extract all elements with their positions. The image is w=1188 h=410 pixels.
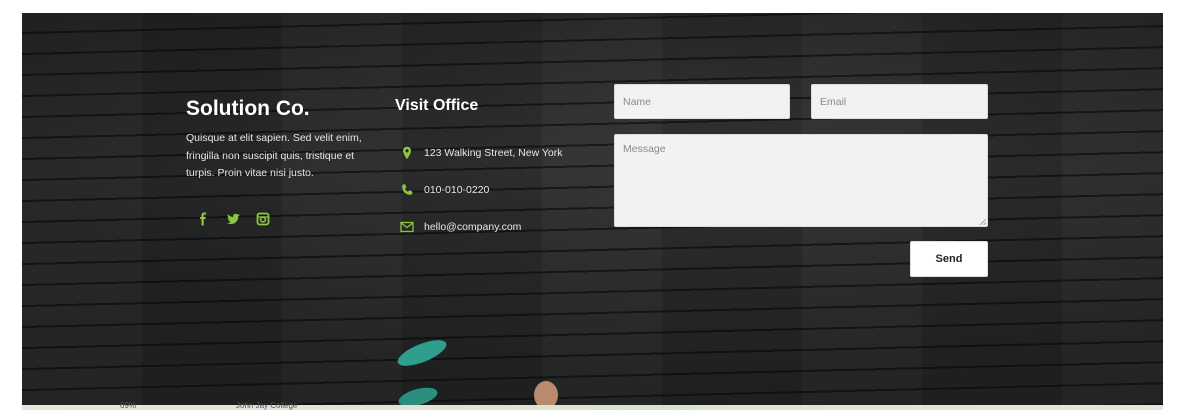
send-button[interactable]: Send: [910, 241, 988, 277]
twitter-icon[interactable]: [226, 212, 240, 226]
address-text: 123 Walking Street, New York: [424, 147, 563, 159]
map-marker-icon: [403, 146, 411, 160]
social-links: [196, 212, 270, 226]
facebook-icon[interactable]: [196, 212, 210, 226]
brand-title: Solution Co.: [186, 97, 310, 120]
phone-row: 010-010-0220: [400, 183, 489, 197]
textarea-resize-handle[interactable]: [980, 219, 986, 225]
office-title: Visit Office: [395, 97, 479, 114]
email-text[interactable]: hello@company.com: [424, 221, 521, 233]
background-overlay: [22, 13, 1163, 405]
brand-description: Quisque at elit sapien. Sed velit enim, …: [186, 132, 362, 179]
envelope-icon: [400, 221, 414, 233]
flip-flop-image: [397, 340, 447, 405]
map-strip[interactable]: [22, 405, 1163, 410]
footer-section: Solution Co. Quisque at elit sapien. Sed…: [22, 13, 1163, 405]
phone-icon: [402, 184, 413, 195]
map-label-secondary: 69%: [120, 401, 137, 410]
instagram-icon[interactable]: [256, 212, 270, 226]
foot-image: [534, 381, 558, 405]
phone-text: 010-010-0220: [424, 184, 490, 196]
email-row: hello@company.com: [400, 220, 521, 234]
name-input[interactable]: [614, 84, 790, 119]
email-input[interactable]: [811, 84, 988, 119]
map-label: John Jay College: [236, 401, 298, 410]
message-textarea[interactable]: [614, 134, 988, 227]
address-row: 123 Walking Street, New York: [400, 146, 563, 160]
